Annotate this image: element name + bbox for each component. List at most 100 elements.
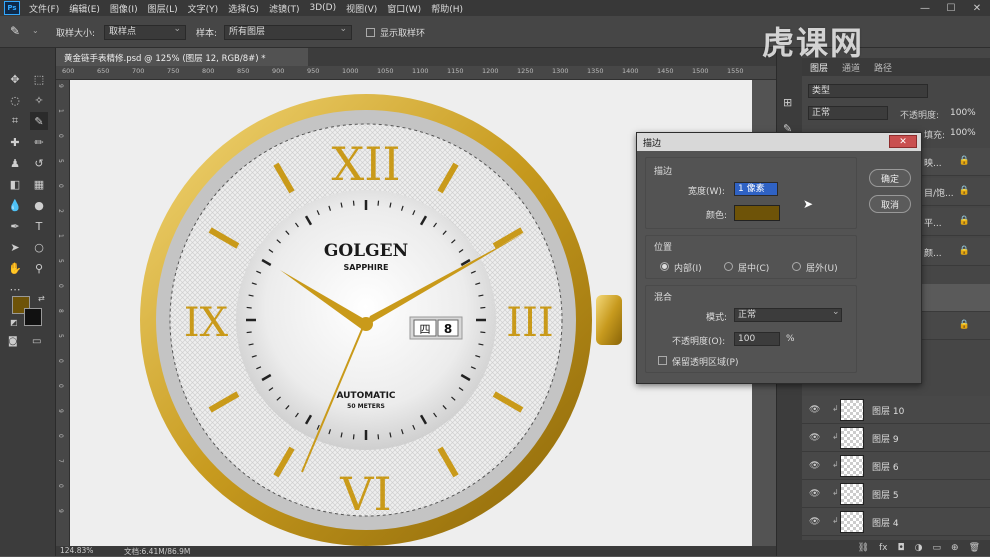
layer-search-input[interactable]: 类型: [808, 84, 928, 98]
menu-edit[interactable]: 编辑(E): [64, 2, 105, 15]
background-color-swatch[interactable]: [24, 308, 42, 326]
eyedropper-icon[interactable]: ✎: [10, 24, 30, 40]
screen-mode-icon[interactable]: ▭: [32, 336, 41, 347]
trash-icon[interactable]: 🗑: [969, 543, 980, 553]
new-layer-icon[interactable]: ⊕: [951, 543, 959, 553]
ok-button[interactable]: 确定: [869, 169, 911, 187]
preserve-transparency-label[interactable]: 保留透明区域(P): [672, 355, 738, 368]
dialog-close-button[interactable]: ✕: [889, 135, 917, 148]
mode-select[interactable]: 正常: [734, 308, 842, 322]
blur-tool-icon[interactable]: 💧: [6, 196, 24, 214]
menu-type[interactable]: 文字(Y): [183, 2, 224, 15]
history-icon[interactable]: ⊞: [783, 96, 792, 109]
menu-file[interactable]: 文件(F): [24, 2, 64, 15]
zoom-tool-icon[interactable]: ⚲: [30, 259, 48, 277]
fx-icon[interactable]: fx: [879, 543, 888, 553]
show-ring-checkbox[interactable]: [366, 28, 375, 37]
type-tool-icon[interactable]: T: [30, 217, 48, 235]
top-ruler[interactable]: 600 650 700 750 800 850 900 950 1000 1050 1100 1150…: [56, 66, 776, 80]
outside-label[interactable]: 居外(U): [806, 261, 838, 274]
zoom-level[interactable]: 124.83%: [60, 546, 93, 555]
dodge-tool-icon[interactable]: ●: [30, 196, 48, 214]
eye-icon[interactable]: 👁: [809, 405, 820, 415]
healing-brush-icon[interactable]: ✚: [6, 133, 24, 151]
dialog-opacity-input[interactable]: 100: [734, 332, 780, 346]
menu-window[interactable]: 窗口(W): [382, 2, 426, 15]
chevron-down-icon[interactable]: ⌄: [32, 26, 39, 35]
layer-name[interactable]: 图层 4: [872, 516, 899, 529]
eyedropper-tool-icon[interactable]: ✎: [30, 112, 48, 130]
sample-select[interactable]: 所有图层: [224, 23, 352, 40]
center-radio[interactable]: [724, 262, 733, 271]
layer-row[interactable]: 👁 ↲ 图层 9: [802, 424, 990, 452]
brush-tool-icon[interactable]: ✏: [30, 133, 48, 151]
marquee-tool-icon[interactable]: ⬚: [30, 70, 48, 88]
stroke-color-swatch[interactable]: [734, 205, 780, 221]
group-icon[interactable]: ▭: [933, 543, 942, 553]
link-icon[interactable]: ⛓: [858, 543, 869, 553]
opacity-value[interactable]: 100%: [950, 108, 976, 118]
ruler-tick: 700: [132, 67, 145, 75]
crop-tool-icon[interactable]: ⌗: [6, 112, 24, 130]
pen-tool-icon[interactable]: ✒: [6, 217, 24, 235]
document-tab[interactable]: 黄金链手表精修.psd @ 125% (图层 12, RGB/8#) *: [56, 48, 308, 66]
hand-tool-icon[interactable]: ✋: [6, 259, 24, 277]
ruler-tick: 1: [57, 234, 64, 238]
mask-icon[interactable]: ◘: [898, 543, 905, 553]
layer-name[interactable]: 图层 9: [872, 432, 899, 445]
layer-row[interactable]: 👁 ↲ 图层 10: [802, 396, 990, 424]
menu-image[interactable]: 图像(I): [105, 2, 143, 15]
menu-help[interactable]: 帮助(H): [426, 2, 468, 15]
cancel-button[interactable]: 取消: [869, 195, 911, 213]
minute-tick: [377, 434, 380, 440]
layer-row[interactable]: 👁 ↲ 图层 4: [802, 508, 990, 536]
stamp-tool-icon[interactable]: ♟: [6, 154, 24, 172]
tab-paths[interactable]: 路径: [874, 61, 892, 74]
ruler-tick: 1250: [517, 67, 534, 75]
quick-mask-icon[interactable]: ◙: [8, 336, 18, 347]
lasso-tool-icon[interactable]: ◌: [6, 91, 24, 109]
eye-icon[interactable]: 👁: [809, 517, 820, 527]
gradient-tool-icon[interactable]: ▦: [30, 175, 48, 193]
fill-value[interactable]: 100%: [950, 128, 976, 138]
close-button[interactable]: ✕: [964, 0, 990, 16]
inside-radio[interactable]: [660, 262, 669, 271]
ruler-tick: 1: [57, 109, 64, 113]
center-label[interactable]: 居中(C): [738, 261, 769, 274]
magic-wand-icon[interactable]: ✧: [30, 91, 48, 109]
menu-view[interactable]: 视图(V): [341, 2, 382, 15]
default-colors-icon[interactable]: ◩: [10, 318, 18, 327]
ruler-tick: 0: [57, 384, 64, 388]
blend-mode-select[interactable]: 正常: [808, 106, 888, 120]
move-tool-icon[interactable]: ✥: [6, 70, 24, 88]
eraser-tool-icon[interactable]: ◧: [6, 175, 24, 193]
layer-row[interactable]: 👁 ↲ 图层 6: [802, 452, 990, 480]
preserve-transparency-checkbox[interactable]: [658, 356, 667, 365]
menu-layer[interactable]: 图层(L): [143, 2, 183, 15]
minimize-button[interactable]: —: [912, 0, 938, 16]
layer-name[interactable]: 图层 6: [872, 460, 899, 473]
maximize-button[interactable]: ☐: [938, 0, 964, 16]
layer-row[interactable]: 👁 ↲ 图层 5: [802, 480, 990, 508]
adjustment-icon[interactable]: ◑: [915, 543, 923, 553]
minute-tick: [352, 200, 355, 206]
menu-select[interactable]: 选择(S): [223, 2, 264, 15]
layer-name[interactable]: 图层 10: [872, 404, 904, 417]
history-brush-icon[interactable]: ↺: [30, 154, 48, 172]
swap-colors-icon[interactable]: ⇄: [38, 294, 45, 303]
layer-name[interactable]: 图层 5: [872, 488, 899, 501]
shape-tool-icon[interactable]: ○: [30, 238, 48, 256]
eye-icon[interactable]: 👁: [809, 461, 820, 471]
width-input[interactable]: 1 像素: [734, 182, 778, 196]
left-ruler[interactable]: 910502150850090709: [56, 80, 70, 546]
sample-label: 样本:: [196, 29, 218, 39]
menu-3d[interactable]: 3D(D): [304, 3, 341, 13]
inside-label[interactable]: 内部(I): [674, 261, 702, 274]
eye-icon[interactable]: 👁: [809, 433, 820, 443]
outside-radio[interactable]: [792, 262, 801, 271]
sample-size-select[interactable]: 取样点: [104, 23, 186, 40]
eye-icon[interactable]: 👁: [809, 489, 820, 499]
path-select-icon[interactable]: ➤: [6, 238, 24, 256]
watch-crown: [596, 295, 622, 345]
menu-filter[interactable]: 滤镜(T): [264, 2, 305, 15]
